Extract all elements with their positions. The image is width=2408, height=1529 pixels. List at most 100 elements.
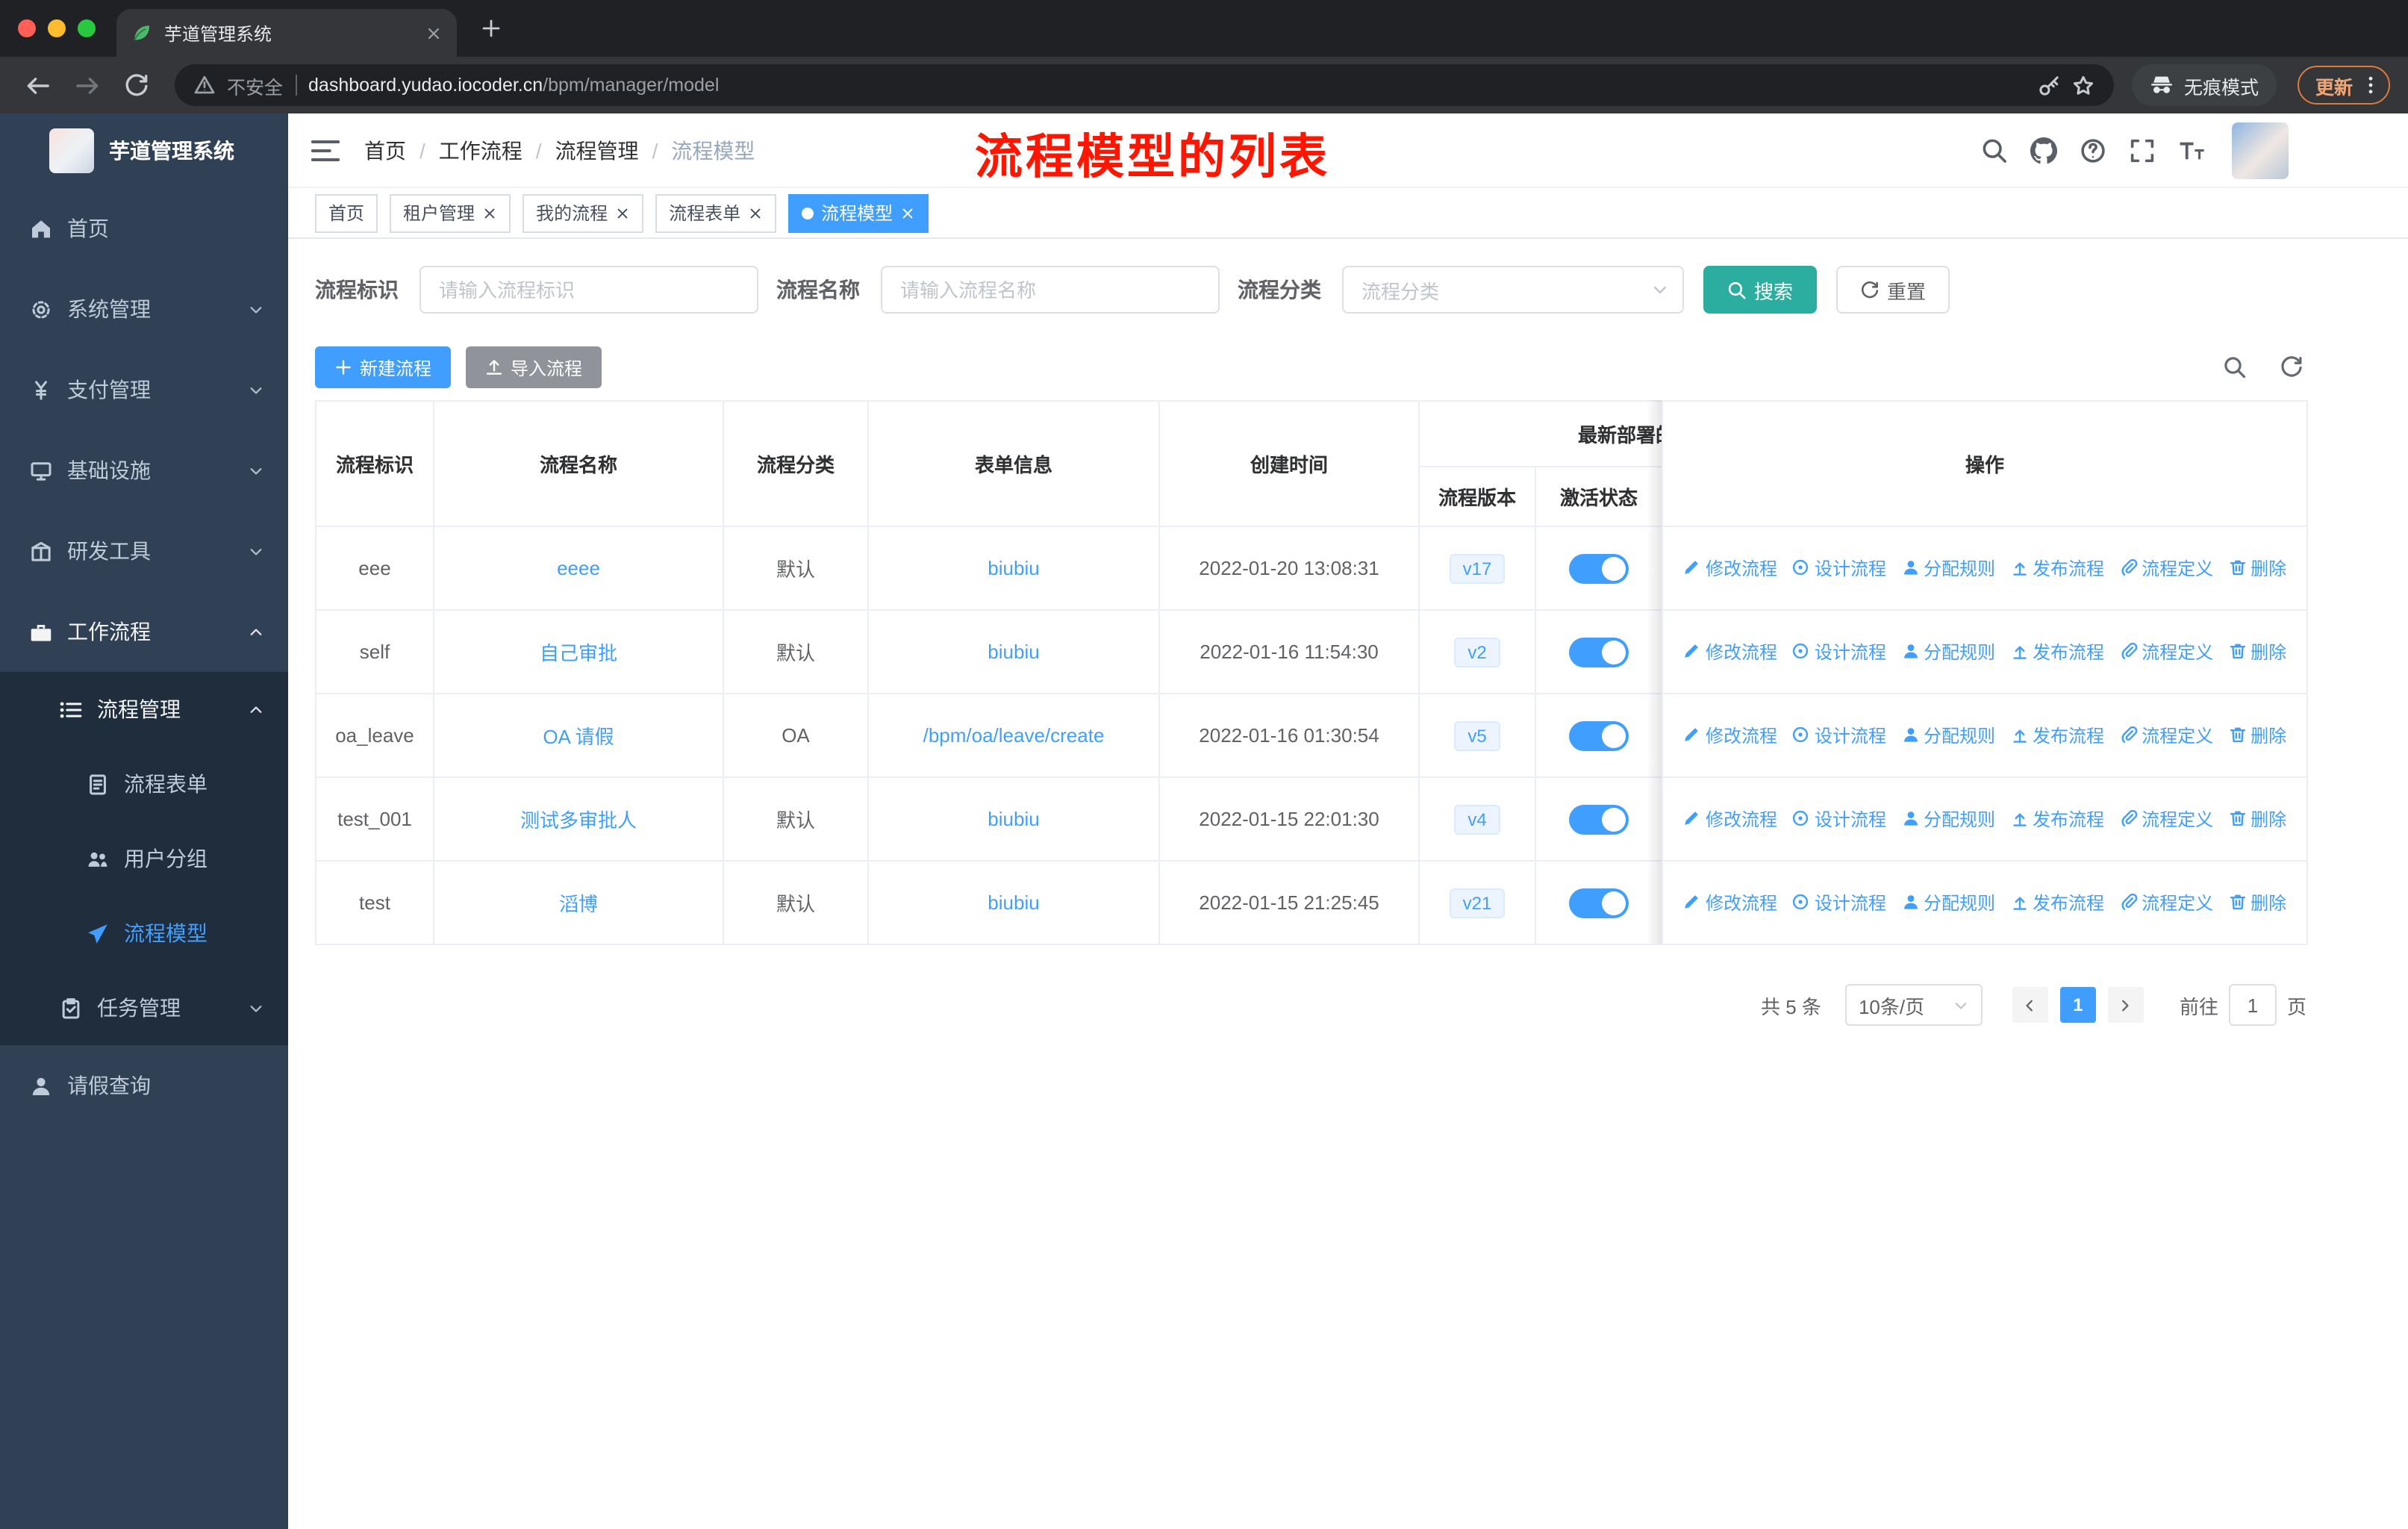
action-assign[interactable]: 分配规则 [1901, 890, 1995, 915]
import-process-button[interactable]: 导入流程 [466, 346, 602, 388]
sidebar-item-process-form[interactable]: 流程表单 [0, 747, 288, 821]
update-button[interactable]: 更新 [2297, 66, 2390, 105]
page-number-button[interactable]: 1 [2059, 987, 2096, 1023]
refresh-table-icon[interactable] [2280, 355, 2303, 379]
action-design[interactable]: 设计流程 [1792, 555, 1886, 581]
action-delete[interactable]: 删除 [2228, 555, 2286, 581]
action-assign[interactable]: 分配规则 [1901, 806, 1995, 832]
font-size-icon[interactable] [2178, 137, 2205, 164]
sidebar-item-leave-query[interactable]: 请假查询 [0, 1045, 288, 1126]
sidebar-item-system-manage[interactable]: 系统管理 [0, 269, 288, 349]
sidebar-item-infrastructure[interactable]: 基础设施 [0, 430, 288, 511]
action-edit[interactable]: 修改流程 [1683, 555, 1777, 581]
window-close-button[interactable] [18, 19, 36, 37]
window-zoom-button[interactable] [78, 19, 96, 37]
action-edit[interactable]: 修改流程 [1683, 806, 1777, 832]
forward-button[interactable] [75, 72, 100, 98]
help-icon[interactable] [2080, 137, 2106, 164]
sidebar-item-process-manage[interactable]: 流程管理 [0, 672, 288, 747]
breadcrumb-item[interactable]: 首页 [364, 135, 406, 165]
sidebar-item-task-manage[interactable]: 任务管理 [0, 971, 288, 1045]
form-link[interactable]: biubiu [988, 641, 1039, 663]
create-process-button[interactable]: 新建流程 [315, 346, 452, 388]
breadcrumb-item[interactable]: 流程管理 [555, 135, 639, 165]
user-avatar[interactable] [2232, 122, 2289, 178]
active-toggle[interactable] [1569, 804, 1629, 834]
process-name-link[interactable]: 自己审批 [540, 642, 617, 664]
form-link[interactable]: /bpm/oa/leave/create [923, 724, 1105, 747]
action-publish[interactable]: 发布流程 [2010, 639, 2104, 664]
search-icon[interactable] [1981, 137, 2008, 164]
action-edit[interactable]: 修改流程 [1683, 890, 1777, 915]
action-definition[interactable]: 流程定义 [2119, 555, 2213, 581]
hamburger-icon[interactable] [311, 135, 340, 165]
reload-button[interactable] [124, 72, 149, 98]
address-bar[interactable]: 不安全 dashboard.yudao.iocoder.cn/bpm/manag… [175, 64, 2114, 106]
action-publish[interactable]: 发布流程 [2010, 723, 2104, 748]
next-page-button[interactable] [2107, 987, 2144, 1023]
bookmark-star-icon[interactable] [2072, 74, 2094, 96]
active-toggle[interactable] [1569, 720, 1629, 750]
tag-close-icon[interactable] [748, 205, 763, 220]
action-publish[interactable]: 发布流程 [2010, 555, 2104, 581]
action-assign[interactable]: 分配规则 [1901, 555, 1995, 581]
sidebar-logo[interactable]: 芋道管理系统 [0, 113, 288, 188]
back-button[interactable] [25, 72, 51, 98]
action-design[interactable]: 设计流程 [1792, 890, 1886, 915]
jump-page-input[interactable] [2228, 984, 2277, 1026]
action-design[interactable]: 设计流程 [1792, 723, 1886, 748]
action-design[interactable]: 设计流程 [1792, 639, 1886, 664]
search-button[interactable]: 搜索 [1703, 266, 1818, 314]
action-publish[interactable]: 发布流程 [2010, 806, 2104, 832]
action-assign[interactable]: 分配规则 [1901, 639, 1995, 664]
action-delete[interactable]: 删除 [2228, 890, 2286, 915]
password-key-icon[interactable] [2038, 74, 2060, 96]
active-toggle[interactable] [1569, 888, 1629, 918]
tag-tenant-manage[interactable]: 租户管理 [390, 193, 511, 232]
filter-category-select[interactable]: 流程分类 [1342, 266, 1684, 314]
active-toggle[interactable] [1569, 553, 1629, 583]
action-definition[interactable]: 流程定义 [2119, 639, 2213, 664]
active-toggle[interactable] [1569, 637, 1629, 667]
form-link[interactable]: biubiu [988, 557, 1039, 579]
tab-close-icon[interactable] [425, 25, 442, 41]
new-tab-button[interactable] [481, 18, 502, 39]
tag-close-icon[interactable] [900, 205, 915, 220]
tag-process-model[interactable]: 流程模型 [788, 193, 929, 232]
action-publish[interactable]: 发布流程 [2010, 890, 2104, 915]
reset-button[interactable]: 重置 [1836, 266, 1950, 314]
sidebar-item-process-model[interactable]: 流程模型 [0, 896, 288, 971]
sidebar-item-workflow[interactable]: 工作流程 [0, 591, 288, 672]
page-size-select[interactable]: 10条/页 [1844, 984, 1983, 1026]
action-edit[interactable]: 修改流程 [1683, 723, 1777, 748]
action-definition[interactable]: 流程定义 [2119, 806, 2213, 832]
fullscreen-icon[interactable] [2129, 137, 2156, 164]
toggle-search-icon[interactable] [2223, 355, 2247, 379]
form-link[interactable]: biubiu [988, 891, 1039, 914]
action-design[interactable]: 设计流程 [1792, 806, 1886, 832]
breadcrumb-item[interactable]: 工作流程 [439, 135, 523, 165]
action-delete[interactable]: 删除 [2228, 723, 2286, 748]
sidebar-item-dev-tools[interactable]: 研发工具 [0, 511, 288, 591]
prev-page-button[interactable] [2012, 987, 2048, 1023]
action-definition[interactable]: 流程定义 [2119, 723, 2213, 748]
form-link[interactable]: biubiu [988, 808, 1039, 830]
browser-tab[interactable]: 芋道管理系统 [116, 9, 457, 57]
process-name-link[interactable]: 滔博 [559, 893, 598, 915]
tag-close-icon[interactable] [482, 205, 497, 220]
github-icon[interactable] [2030, 137, 2057, 164]
window-minimize-button[interactable] [48, 19, 66, 37]
action-definition[interactable]: 流程定义 [2119, 890, 2213, 915]
process-name-link[interactable]: eeee [557, 557, 600, 579]
tag-process-form[interactable]: 流程表单 [655, 193, 777, 232]
tag-my-process[interactable]: 我的流程 [523, 193, 644, 232]
action-edit[interactable]: 修改流程 [1683, 639, 1777, 664]
filter-id-input[interactable] [419, 266, 758, 314]
tag-home[interactable]: 首页 [315, 193, 378, 232]
process-name-link[interactable]: OA 请假 [543, 726, 614, 748]
sidebar-item-home[interactable]: 首页 [0, 188, 288, 269]
sidebar-item-user-group[interactable]: 用户分组 [0, 821, 288, 896]
tag-close-icon[interactable] [615, 205, 630, 220]
action-assign[interactable]: 分配规则 [1901, 723, 1995, 748]
process-name-link[interactable]: 测试多审批人 [520, 809, 637, 832]
